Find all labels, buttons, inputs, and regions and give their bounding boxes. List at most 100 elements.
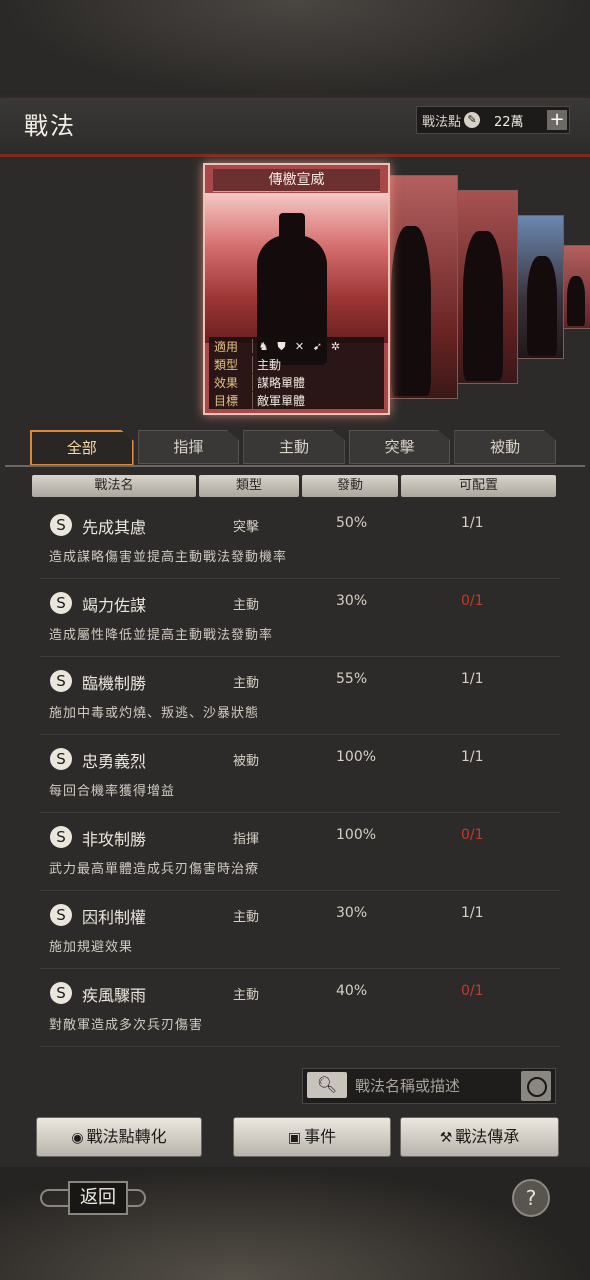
card-title: 傳檄宣威 <box>213 169 380 192</box>
top-background <box>0 0 590 98</box>
grade-badge: S <box>50 592 72 614</box>
convert-points-label: 戰法點轉化 <box>86 1127 167 1146</box>
tactic-config: 1/1 <box>461 515 484 531</box>
header-bar: 戰法 戰法點 ✎ 22萬 + <box>0 98 590 157</box>
back-button[interactable]: 返回 <box>40 1177 148 1217</box>
tactic-name: 臨機制勝 <box>82 674 147 693</box>
grade-badge: S <box>50 826 72 848</box>
inherit-tactic-label: 戰法傳承 <box>455 1127 520 1146</box>
back-ornament <box>40 1189 70 1207</box>
card-info: 適用 ♞ ⛊ ✕ ➹ ✲ 類型 主動 效果 謀略單體 目標 敵軍單體 <box>209 337 384 409</box>
tactic-card[interactable] <box>456 190 518 384</box>
search-icon[interactable]: 🔍︎ <box>307 1072 347 1098</box>
tactic-description: 武力最高單體造成兵刃傷害時治療 <box>49 862 260 877</box>
column-config[interactable]: 可配置 <box>401 475 556 497</box>
tab-passive[interactable]: 被動 <box>454 430 556 464</box>
tactic-config: 0/1 <box>461 593 484 609</box>
tactic-rate: 55% <box>336 671 368 687</box>
tactic-config: 1/1 <box>461 749 484 765</box>
grade-badge: S <box>50 670 72 692</box>
tactic-name: 竭力佐謀 <box>82 596 147 615</box>
tactic-name: 因利制權 <box>82 908 147 927</box>
tactic-type: 突擊 <box>233 520 260 535</box>
tab-active[interactable]: 主動 <box>243 430 345 464</box>
tactic-row[interactable]: S 臨機制勝 主動 55% 1/1 施加中毒或灼燒、叛逃、沙暴狀態 <box>40 662 560 735</box>
cavalry-icon: ♞ <box>258 340 269 353</box>
unit-type-icons: ♞ ⛊ ✕ ➹ ✲ <box>252 339 347 353</box>
tactic-rate: 50% <box>336 515 368 531</box>
tactic-description: 造成屬性降低並提高主動戰法發動率 <box>49 628 274 643</box>
back-label: 返回 <box>68 1181 128 1215</box>
tab-assault[interactable]: 突擊 <box>348 430 451 464</box>
tactic-type: 主動 <box>233 910 260 925</box>
tactic-points-value: 22萬 <box>494 114 524 130</box>
tactic-type: 主動 <box>233 598 260 613</box>
tactic-card[interactable] <box>562 245 590 329</box>
tactic-type: 被動 <box>233 754 260 769</box>
tactic-description: 每回合機率獲得增益 <box>49 784 176 799</box>
tactic-points-label: 戰法點 <box>422 114 462 130</box>
tactic-row[interactable]: S 疾風驟雨 主動 40% 0/1 對敵軍造成多次兵刃傷害 <box>40 974 560 1047</box>
card-info-key: 目標 <box>214 393 239 408</box>
inherit-tactic-button[interactable]: ⚒ 戰法傳承 <box>400 1117 559 1157</box>
tactic-rate: 100% <box>336 749 377 765</box>
grade-badge: S <box>50 982 72 1004</box>
tactic-point-icon: ✎ <box>464 112 481 128</box>
bow-icon: ✕ <box>294 340 305 353</box>
column-rate[interactable]: 發動 <box>302 475 398 497</box>
card-info-value: 敵軍單體 <box>252 391 305 409</box>
tactic-row[interactable]: S 忠勇義烈 被動 100% 1/1 每回合機率獲得增益 <box>40 740 560 813</box>
tactic-config: 0/1 <box>461 983 484 999</box>
tactic-config: 1/1 <box>461 671 484 687</box>
tactic-description: 施加規避效果 <box>49 940 134 955</box>
event-button[interactable]: ▣ 事件 <box>233 1117 391 1157</box>
card-info-value: 謀略單體 <box>252 373 305 391</box>
wheel-icon: ✲ <box>330 340 341 353</box>
tactic-point-icon: ◉ <box>71 1130 84 1146</box>
tactic-config: 0/1 <box>461 827 484 843</box>
tactic-rate: 30% <box>336 905 368 921</box>
tab-divider <box>5 465 585 467</box>
tactic-card[interactable] <box>516 215 564 359</box>
tactic-row[interactable]: S 因利制權 主動 30% 1/1 施加規避效果 <box>40 896 560 969</box>
card-info-key: 效果 <box>214 375 239 390</box>
card-artwork <box>205 193 388 365</box>
help-button[interactable]: ? <box>512 1179 550 1217</box>
tactic-rate: 30% <box>336 593 368 609</box>
page-title: 戰法 <box>24 112 76 140</box>
tactic-card[interactable] <box>388 175 458 399</box>
column-name[interactable]: 戰法名 <box>32 475 196 497</box>
tactic-name: 疾風驟雨 <box>82 986 147 1005</box>
tactic-row[interactable]: S 非攻制勝 指揮 100% 0/1 武力最高單體造成兵刃傷害時治療 <box>40 818 560 891</box>
convert-points-button[interactable]: ◉ 戰法點轉化 <box>36 1117 202 1157</box>
tactic-name: 先成其慮 <box>82 518 147 537</box>
tactic-points-display: 戰法點 ✎ 22萬 + <box>416 106 570 134</box>
column-type[interactable]: 類型 <box>199 475 299 497</box>
history-clock-icon[interactable] <box>521 1071 551 1101</box>
search-input[interactable] <box>353 1073 517 1099</box>
tactic-config: 1/1 <box>461 905 484 921</box>
tactic-rate: 40% <box>336 983 368 999</box>
tab-command[interactable]: 指揮 <box>137 430 240 464</box>
grade-badge: S <box>50 514 72 536</box>
shield-icon: ⛊ <box>277 340 286 353</box>
tactic-type: 指揮 <box>233 832 260 847</box>
tactic-row[interactable]: S 先成其慮 突擊 50% 1/1 造成謀略傷害並提高主動戰法發動機率 <box>40 506 560 579</box>
hammer-icon: ⚒ <box>439 1130 453 1146</box>
filter-tabs: 全部 指揮 主動 突擊 被動 <box>30 430 560 466</box>
tactic-name: 非攻制勝 <box>82 830 147 849</box>
card-info-key: 類型 <box>214 357 239 372</box>
tactic-rate: 100% <box>336 827 377 843</box>
tactic-description: 施加中毒或灼燒、叛逃、沙暴狀態 <box>49 706 260 721</box>
featured-tactic-card[interactable]: 傳檄宣威 適用 ♞ ⛊ ✕ ➹ ✲ 類型 主動 效果 謀略單體 目標 敵軍單體 <box>203 163 390 415</box>
tactic-name: 忠勇義烈 <box>82 752 147 771</box>
tab-all[interactable]: 全部 <box>30 430 134 466</box>
grade-badge: S <box>50 904 72 926</box>
spear-icon: ➹ <box>312 340 323 353</box>
add-points-button[interactable]: + <box>547 110 567 130</box>
tactic-description: 對敵軍造成多次兵刃傷害 <box>49 1018 204 1033</box>
tactic-description: 造成謀略傷害並提高主動戰法發動機率 <box>49 550 288 565</box>
tactic-type: 主動 <box>233 988 260 1003</box>
grade-badge: S <box>50 748 72 770</box>
tactic-row[interactable]: S 竭力佐謀 主動 30% 0/1 造成屬性降低並提高主動戰法發動率 <box>40 584 560 657</box>
